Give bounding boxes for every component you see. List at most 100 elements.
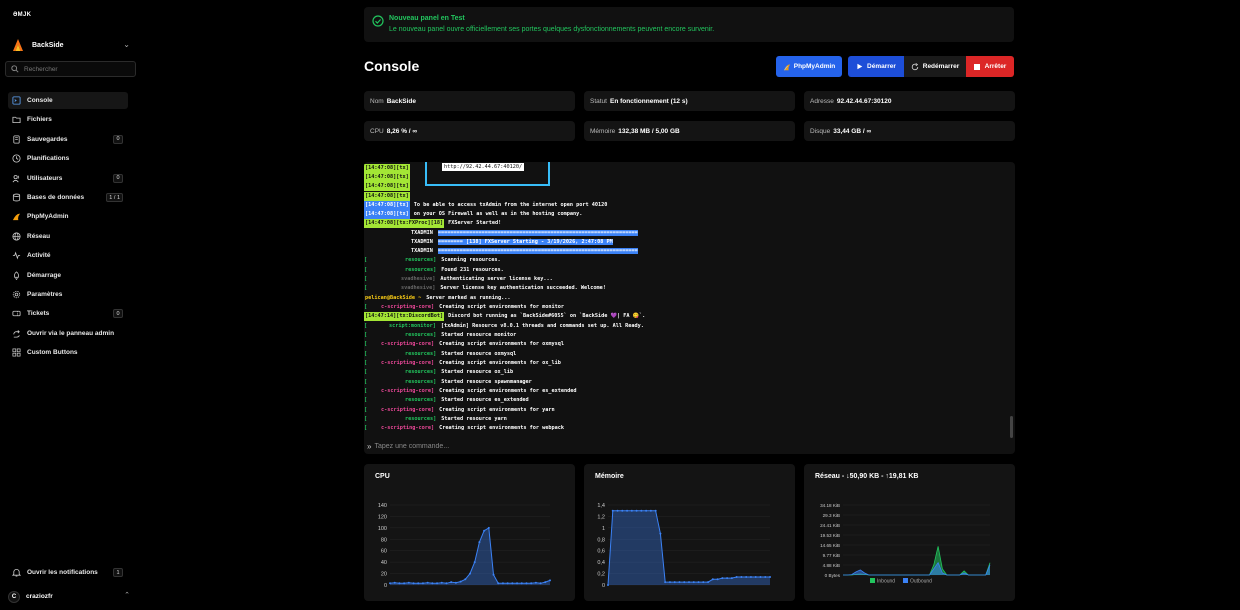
sidebar-item-label: Activité bbox=[27, 252, 51, 260]
console-scrollbar[interactable] bbox=[1010, 416, 1013, 438]
data-point bbox=[630, 509, 633, 512]
y-tick-label: 0,6 bbox=[597, 549, 605, 555]
search-input[interactable] bbox=[24, 65, 124, 73]
legend-swatch bbox=[870, 578, 875, 583]
data-point bbox=[454, 581, 457, 584]
y-tick-label: 0,4 bbox=[597, 560, 605, 566]
sidebar-item-custom-buttons[interactable]: Custom Buttons bbox=[8, 344, 128, 361]
console-line-text: Started resource monitor bbox=[441, 332, 517, 338]
data-point bbox=[516, 582, 519, 585]
console-line-text: Creating script environments for es_exte… bbox=[439, 388, 577, 394]
sidebar-item-utilisateurs[interactable]: Utilisateurs 0 bbox=[8, 170, 128, 187]
user-name: craziozfr bbox=[26, 593, 53, 600]
sidebar-item-ouvrir-via-le-panneau-admin[interactable]: Ouvrir via le panneau admin bbox=[8, 325, 128, 342]
data-point bbox=[426, 581, 429, 584]
series-line bbox=[843, 546, 991, 576]
sidebar-item-console[interactable]: Console bbox=[8, 92, 128, 109]
sidebar-item-label: Planifications bbox=[27, 155, 70, 163]
sidebar-item-fichiers[interactable]: Fichiers bbox=[8, 111, 128, 128]
network-icon bbox=[12, 232, 21, 241]
memory-chart-card: Mémoire 1,4 1,2 1 0,8 0,6 0,4 0,2 0 bbox=[584, 464, 795, 601]
server-name: BackSide bbox=[32, 41, 64, 49]
sidebar-item-tickets[interactable]: Tickets 0 bbox=[8, 305, 128, 322]
console-line: [14:47:08][tx:FXProc][18] FXServer Starte… bbox=[364, 219, 501, 228]
start-button[interactable]: Démarrer bbox=[848, 56, 904, 77]
data-point bbox=[530, 582, 533, 585]
data-point bbox=[539, 582, 542, 585]
data-point bbox=[607, 584, 609, 586]
data-point bbox=[459, 580, 462, 583]
sidebar-item-demarrage[interactable]: Démarrage bbox=[8, 267, 128, 284]
info-memory-label: Mémoire bbox=[590, 127, 616, 135]
console-line: TXADMIN ======== [138] FXServer Starting … bbox=[364, 238, 613, 247]
console-line-text: Creating script environments for oxmysql bbox=[439, 341, 565, 347]
y-tick-label: 14.65 KiB bbox=[820, 543, 840, 548]
ticket-icon bbox=[12, 309, 21, 318]
data-point bbox=[635, 509, 638, 512]
page-title: Console bbox=[364, 58, 420, 74]
phpmyadmin-button[interactable]: PhpMyAdmin bbox=[776, 56, 842, 77]
cpu-chart-card: CPU 140 120 100 80 60 40 20 0 bbox=[364, 464, 575, 601]
data-point bbox=[393, 581, 396, 584]
console-line: [resources] Started resource oxmysql bbox=[364, 351, 517, 357]
console-line-text: Creating script environments for yarn bbox=[439, 407, 555, 413]
sidebar-item-sauvegardes[interactable]: Sauvegardes 0 bbox=[8, 131, 128, 148]
data-point bbox=[511, 582, 514, 585]
command-input[interactable] bbox=[374, 443, 975, 450]
notifications-button[interactable]: Ouvrir les notifications 1 bbox=[8, 564, 128, 581]
console-line: [14:47:08][tx] bbox=[364, 164, 410, 173]
console-line-prefix: svadhesive] bbox=[401, 276, 436, 282]
database-icon bbox=[12, 193, 21, 202]
info-address-label: Adresse bbox=[810, 97, 834, 105]
console-line-prefix: TXADMIN bbox=[411, 239, 433, 245]
y-tick-label: 40 bbox=[381, 560, 387, 566]
sidebar-item-phpmyadmin[interactable]: PhpMyAdmin bbox=[8, 208, 128, 225]
data-point bbox=[726, 577, 729, 580]
gear-icon bbox=[12, 290, 21, 299]
console-line-text: Server license key authentication succee… bbox=[440, 285, 606, 291]
console-line: [resources] Started resource spawnmanager bbox=[364, 379, 532, 385]
server-selector[interactable]: BackSide ⌄ bbox=[8, 36, 136, 54]
info-cpu-label: CPU bbox=[370, 127, 384, 135]
terminal-icon bbox=[12, 96, 21, 105]
info-address-card[interactable]: Adresse 92.42.44.67:30120 bbox=[804, 91, 1015, 111]
data-point bbox=[506, 582, 509, 585]
data-point bbox=[683, 581, 686, 584]
clock-icon bbox=[12, 154, 21, 163]
console-line: [resources] Started resource yarn bbox=[364, 416, 507, 422]
search-box[interactable] bbox=[5, 61, 136, 77]
console-line-text: ======== [138] FXServer Starting - 3/19/… bbox=[437, 239, 613, 245]
activity-icon bbox=[12, 251, 21, 260]
data-point bbox=[707, 581, 710, 584]
brand-logo[interactable]: ƏMJK bbox=[13, 12, 31, 18]
console-line: TXADMIN =================================… bbox=[364, 247, 638, 256]
data-point bbox=[464, 578, 467, 581]
user-menu[interactable]: C craziozfr ⌃ bbox=[8, 590, 136, 603]
avatar: C bbox=[8, 590, 20, 603]
sidebar-item-label: Ouvrir via le panneau admin bbox=[27, 329, 115, 337]
console-output[interactable]: http://92.42.44.67:40120/ [14:47:08][tx]… bbox=[364, 162, 1009, 439]
data-point bbox=[640, 509, 643, 512]
stop-button[interactable]: Arrêter bbox=[966, 56, 1014, 77]
console-line: [14:47:14][tx:DiscordBot] Discord bot run… bbox=[364, 312, 645, 321]
sidebar-item-planifications[interactable]: Planifications bbox=[8, 150, 128, 167]
phpmyadmin-icon bbox=[783, 64, 790, 70]
console-line-text: Authenticating server license key... bbox=[440, 276, 553, 282]
sidebar-item-reseau[interactable]: Réseau bbox=[8, 228, 128, 245]
data-point bbox=[616, 509, 619, 512]
console-line-text: Started resource yarn bbox=[441, 416, 507, 422]
console-line-text: [txAdmin] Resource v8.0.1 threads and co… bbox=[440, 323, 644, 329]
sidebar-item-badge: 1 / 1 bbox=[106, 193, 123, 202]
sidebar-item-bases-de-donnees[interactable]: Bases de données 1 / 1 bbox=[8, 189, 128, 206]
console-line-text: Started resource spawnmanager bbox=[441, 379, 532, 385]
sidebar-item-parametres[interactable]: Paramètres bbox=[8, 286, 128, 303]
data-point bbox=[702, 581, 705, 584]
console-line: [resources] Started resource ox_lib bbox=[364, 369, 514, 375]
console-line: [14:47:08][tx] bbox=[364, 173, 410, 182]
sidebar-item-activite[interactable]: Activité bbox=[8, 247, 128, 264]
console-line: pelican@BackSide ~ Server marked as runni… bbox=[364, 294, 511, 303]
start-label: Démarrer bbox=[867, 63, 896, 70]
console-line-text: Scanning resources. bbox=[441, 257, 501, 263]
restart-button[interactable]: Redémarrer bbox=[904, 56, 966, 77]
sidebar-item-label: Réseau bbox=[27, 232, 51, 240]
